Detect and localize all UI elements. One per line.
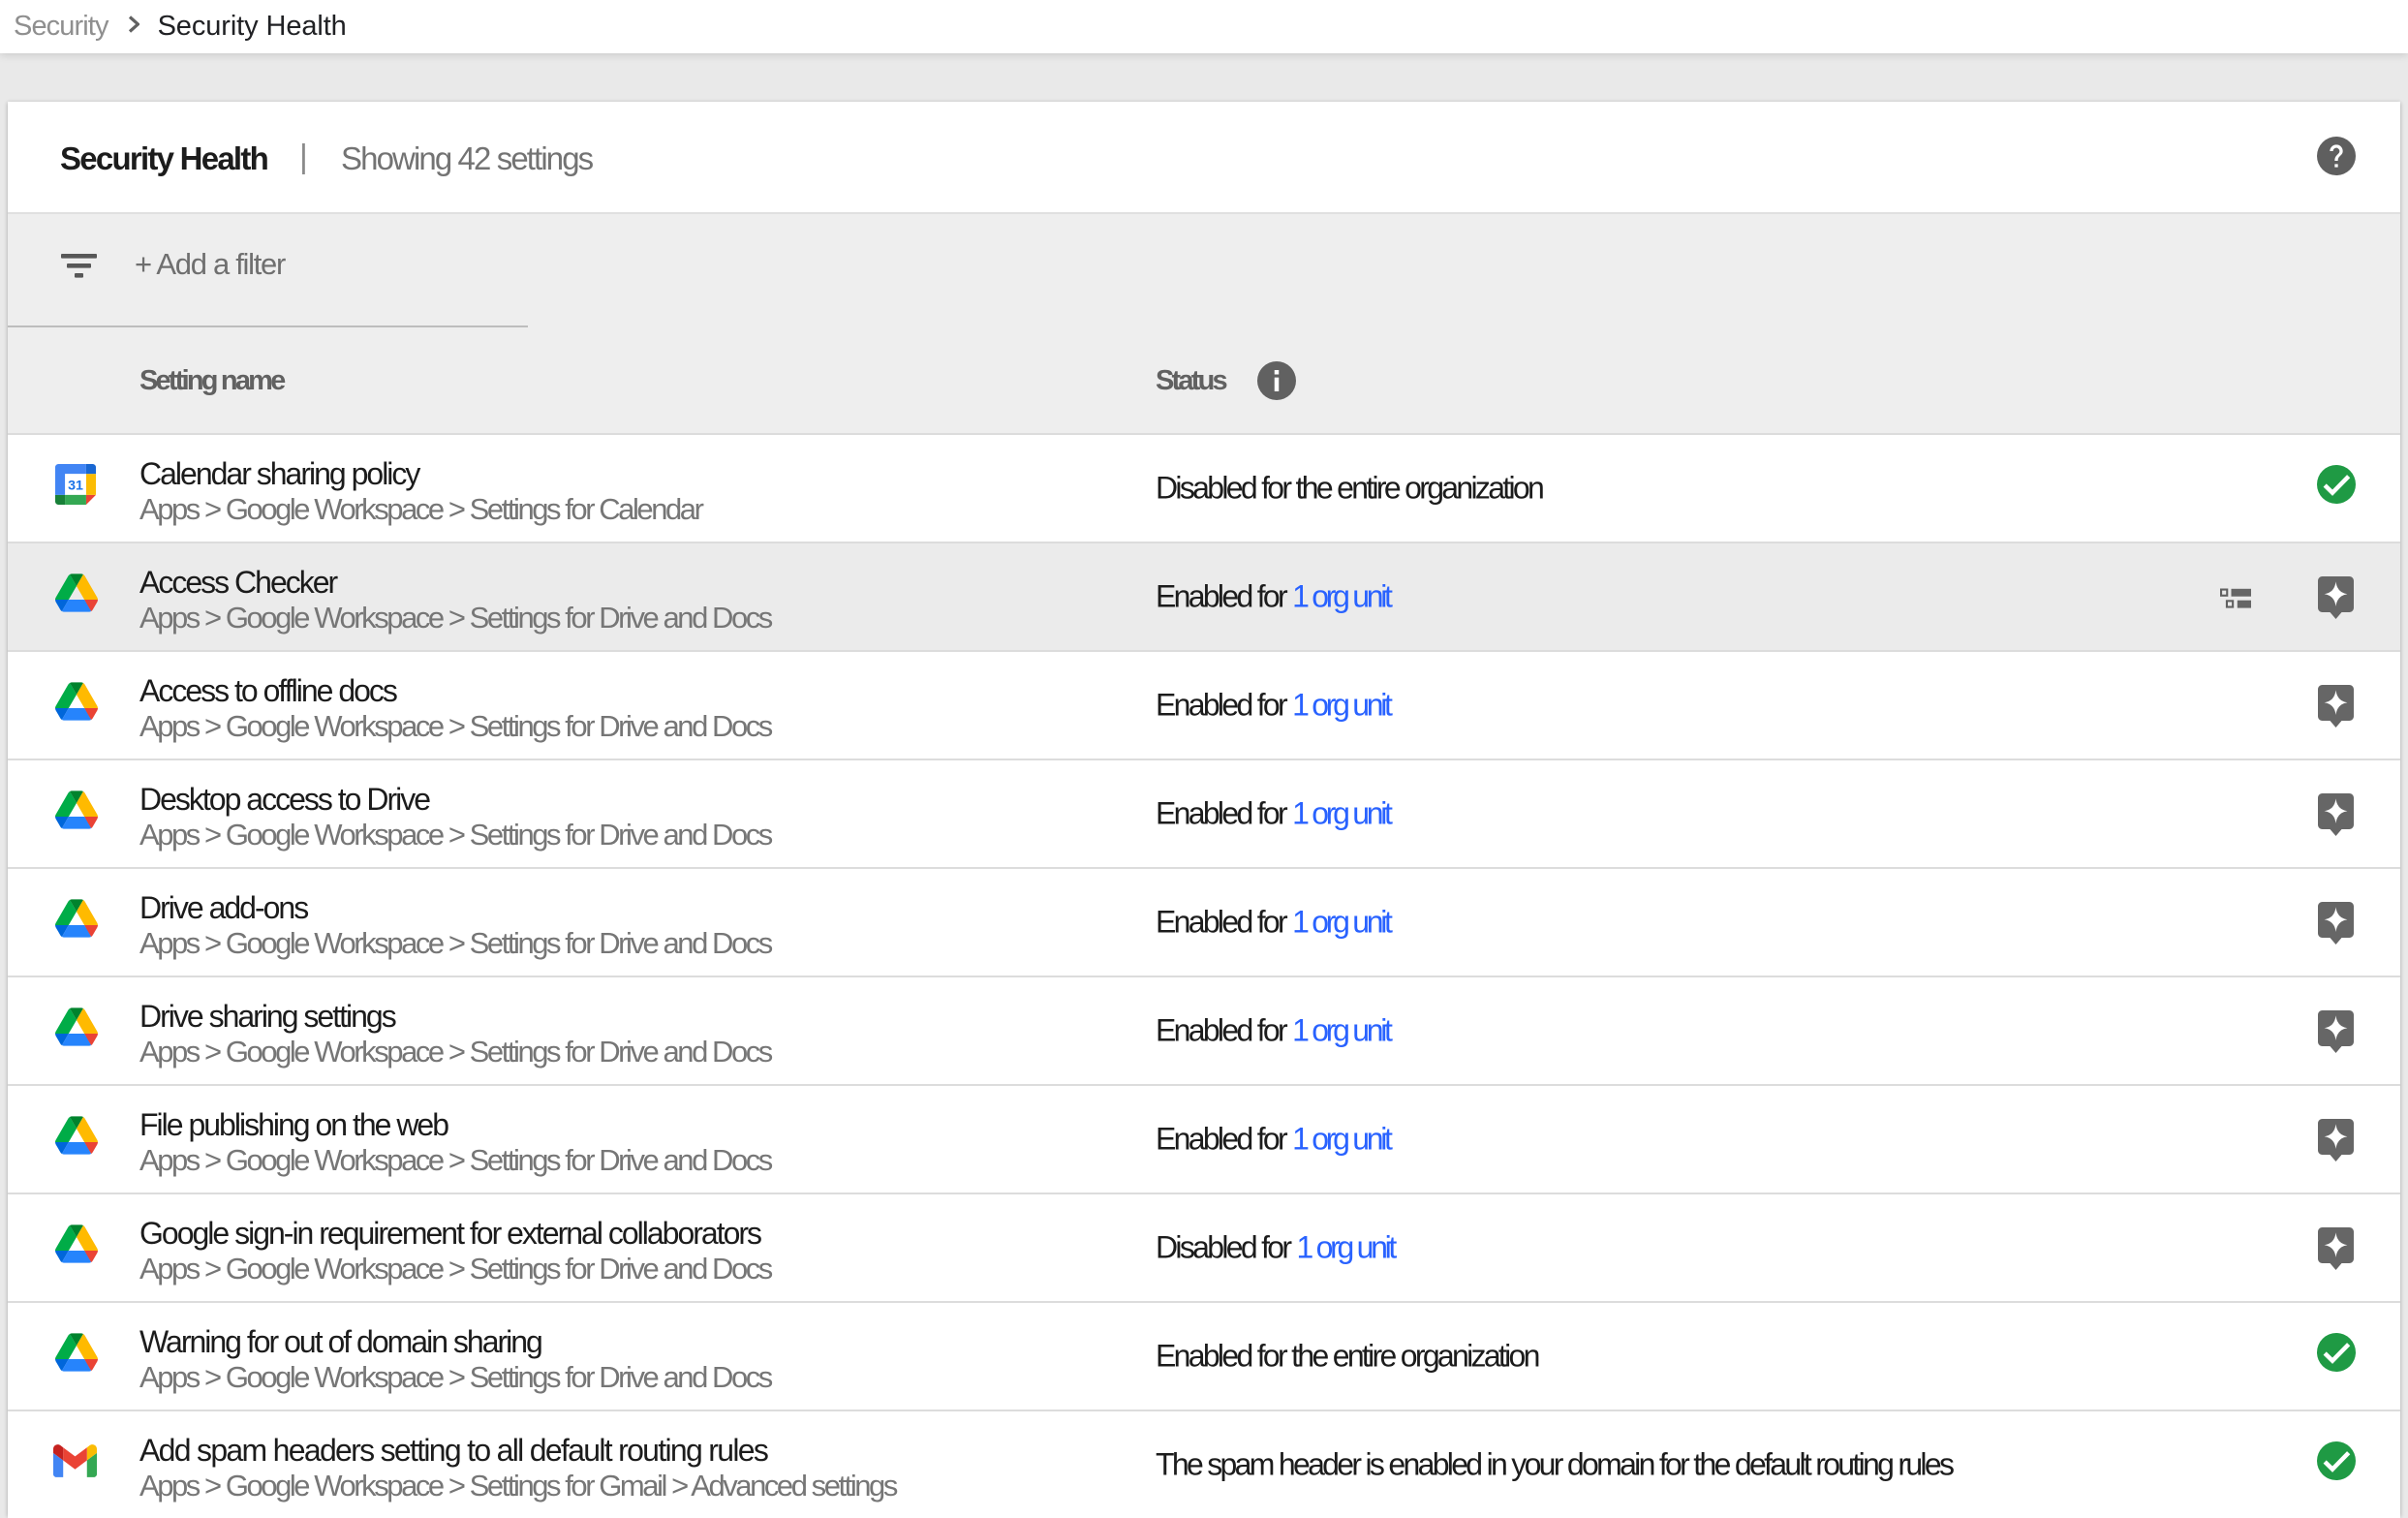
svg-text:31: 31	[68, 479, 83, 494]
